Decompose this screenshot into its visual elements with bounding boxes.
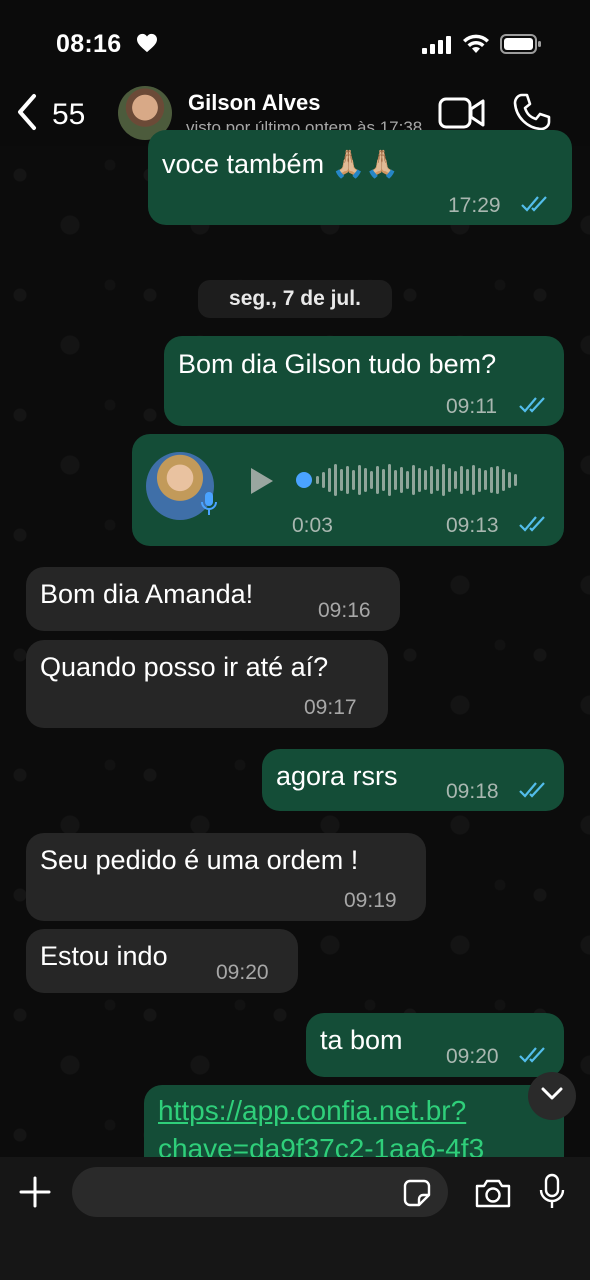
message-bubble-incoming[interactable]: Seu pedido é uma ordem ! 09:19 bbox=[26, 833, 426, 921]
message-composer bbox=[0, 1157, 590, 1280]
message-bubble-incoming[interactable]: Quando posso ir até aí? 09:17 bbox=[26, 640, 388, 728]
microphone-icon[interactable] bbox=[538, 1173, 566, 1216]
voice-message-bubble[interactable]: 0:03 09:13 bbox=[132, 434, 564, 546]
double-check-read-icon bbox=[518, 1045, 548, 1070]
message-bubble-outgoing[interactable]: voce também 🙏🏼🙏🏼 17:29 bbox=[148, 130, 572, 225]
back-chevron-icon bbox=[14, 92, 38, 137]
message-time: 17:29 bbox=[448, 194, 501, 217]
message-text: Seu pedido é uma ordem ! bbox=[40, 845, 359, 875]
double-check-read-icon bbox=[518, 514, 548, 539]
back-button[interactable]: 55 bbox=[14, 92, 85, 137]
double-check-read-icon bbox=[520, 194, 550, 219]
battery-icon bbox=[500, 34, 542, 59]
voice-duration: 0:03 bbox=[292, 514, 333, 537]
double-check-read-icon bbox=[518, 395, 548, 420]
message-time: 09:16 bbox=[318, 599, 371, 622]
message-text: Bom dia Gilson tudo bem? bbox=[178, 349, 497, 379]
voice-waveform[interactable] bbox=[292, 460, 542, 500]
wifi-icon bbox=[462, 32, 490, 59]
double-check-read-icon bbox=[518, 780, 548, 805]
status-time: 08:16 bbox=[56, 30, 122, 58]
message-bubble-outgoing[interactable]: ta bom 09:20 bbox=[306, 1013, 564, 1077]
contact-name[interactable]: Gilson Alves bbox=[188, 90, 320, 116]
plus-icon[interactable] bbox=[18, 1175, 52, 1214]
message-text: Bom dia Amanda! bbox=[40, 579, 254, 609]
message-time: 09:18 bbox=[446, 780, 499, 803]
message-time: 09:20 bbox=[216, 961, 269, 984]
heart-icon bbox=[136, 33, 158, 58]
message-text: Quando posso ir até aí? bbox=[40, 652, 329, 682]
signal-icon bbox=[422, 36, 452, 59]
message-text: ta bom bbox=[320, 1025, 403, 1055]
camera-icon[interactable] bbox=[474, 1177, 512, 1214]
message-bubble-incoming[interactable]: Estou indo 09:20 bbox=[26, 929, 298, 993]
play-icon[interactable] bbox=[248, 466, 276, 501]
sticker-icon[interactable] bbox=[402, 1178, 432, 1213]
message-input[interactable] bbox=[72, 1167, 448, 1217]
link-message-bubble[interactable]: https://app.confia.net.br? chave=da9f37c… bbox=[144, 1085, 564, 1157]
message-time: 09:17 bbox=[304, 696, 357, 719]
chevron-down-icon bbox=[541, 1087, 563, 1106]
message-time: 09:19 bbox=[344, 889, 397, 912]
message-time: 09:11 bbox=[446, 395, 497, 418]
date-separator: seg., 7 de jul. bbox=[198, 280, 392, 318]
message-link[interactable]: https://app.confia.net.br? bbox=[158, 1095, 466, 1127]
scroll-to-bottom-button[interactable] bbox=[528, 1072, 576, 1120]
message-bubble-outgoing[interactable]: agora rsrs 09:18 bbox=[262, 749, 564, 811]
message-bubble-outgoing[interactable]: Bom dia Gilson tudo bem? 09:11 bbox=[164, 336, 564, 426]
status-bar: 08:16 bbox=[0, 0, 590, 80]
message-text: agora rsrs bbox=[276, 761, 398, 791]
message-bubble-incoming[interactable]: Bom dia Amanda! 09:16 bbox=[26, 567, 400, 631]
message-link-continuation[interactable]: chave=da9f37c2-1aa6-4f3 bbox=[158, 1133, 484, 1157]
message-text: Estou indo bbox=[40, 941, 168, 971]
unread-count: 55 bbox=[52, 97, 86, 131]
message-time: 09:20 bbox=[446, 1045, 499, 1068]
mic-badge-icon bbox=[200, 490, 218, 523]
message-text: voce também 🙏🏼🙏🏼 bbox=[162, 149, 399, 179]
message-time: 09:13 bbox=[446, 514, 499, 537]
